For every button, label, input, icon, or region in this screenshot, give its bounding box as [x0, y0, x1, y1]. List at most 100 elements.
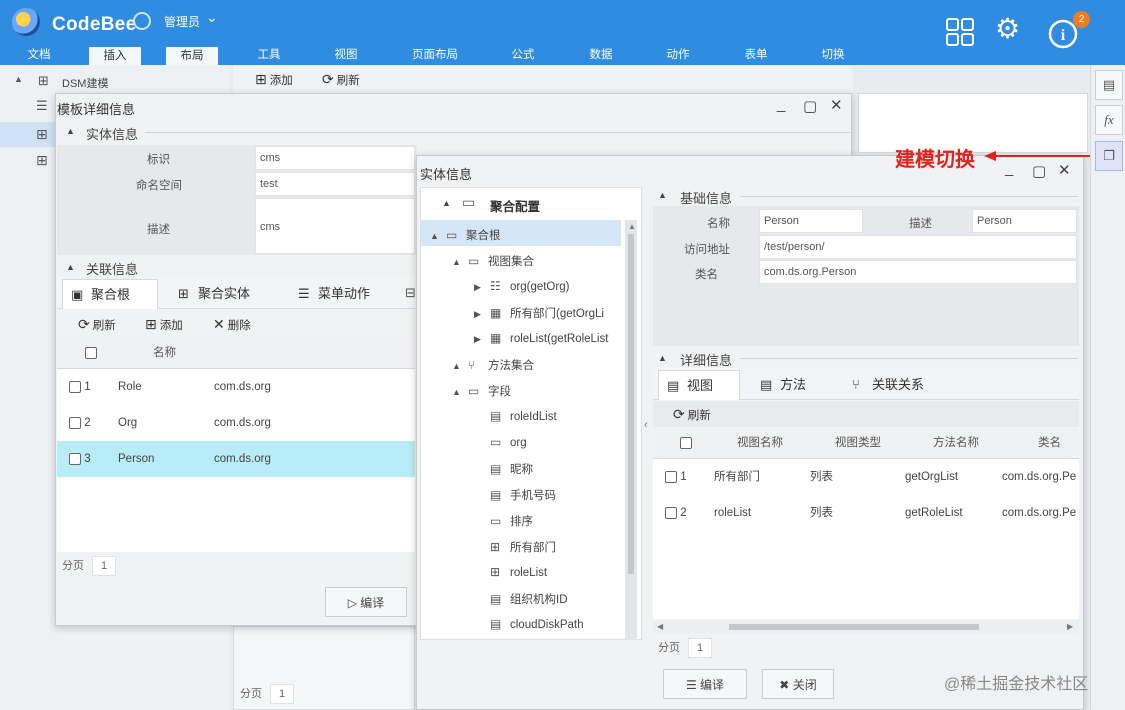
function-icon[interactable]: fx — [1095, 105, 1123, 135]
expand-arrow-icon[interactable]: ▶ — [474, 334, 490, 345]
menu-insert[interactable]: 插入 — [89, 47, 141, 65]
menu-formula[interactable]: 公式 — [504, 45, 542, 65]
class-input[interactable]: com.ds.org.Person — [759, 260, 1077, 284]
tree-item[interactable]: ▲ ▭ 聚合根 — [430, 227, 501, 243]
expand-arrow-icon[interactable]: ▶ — [474, 309, 490, 320]
table-row[interactable]: 2 roleList 列表 getRoleList com.ds.org.Pe — [653, 495, 1079, 531]
scroll-left-icon[interactable]: ◀ — [657, 621, 663, 633]
collapse-arrow-icon[interactable]: ▲ — [66, 262, 75, 272]
grid-icon[interactable]: ⊞ — [36, 152, 48, 169]
menu-tools[interactable]: 工具 — [250, 45, 288, 65]
menu-switch[interactable]: 切换 — [814, 45, 852, 65]
tab-aggregate-entity[interactable]: ⊞ 聚合实体 — [170, 279, 260, 309]
tab-view[interactable]: ▤ 视图 — [658, 370, 740, 400]
h-scrollbar[interactable]: ◀ ▶ — [653, 621, 1079, 633]
maximize-button[interactable]: ▢ — [1032, 162, 1046, 180]
tree-item[interactable]: ▤ cloudDiskPath — [474, 617, 584, 631]
apps-grid-icon[interactable] — [946, 18, 974, 46]
tree-item[interactable]: ▶ ▦ roleList(getRoleList — [474, 331, 608, 345]
collapse-arrow-icon[interactable]: ▲ — [452, 387, 468, 397]
bg-refresh-button[interactable]: ⟳ 刷新 — [322, 71, 360, 88]
settings-tools-icon[interactable]: ⚙ — [995, 12, 1020, 45]
desc-input[interactable]: Person — [972, 209, 1077, 233]
scroll-right-icon[interactable]: ▶ — [1067, 621, 1073, 633]
url-input[interactable]: /test/person/ — [759, 235, 1077, 259]
close-button[interactable]: ✕ — [830, 96, 843, 114]
select-all-checkbox[interactable] — [680, 436, 692, 449]
tree-item[interactable]: ⊞ roleList — [474, 565, 547, 579]
minimize-button[interactable]: _ — [777, 96, 785, 113]
collapse-arrow-icon[interactable]: ▲ — [658, 190, 667, 200]
row-checkbox[interactable] — [665, 470, 677, 483]
tree-scrollbar[interactable]: ▲ — [625, 220, 637, 640]
refresh-button[interactable]: ⟳ 刷新 — [78, 316, 116, 333]
collapse-arrow-icon[interactable]: ▲ — [430, 231, 446, 241]
menu-form[interactable]: 表单 — [737, 45, 775, 65]
field-namespace-input[interactable]: test — [255, 172, 415, 196]
tree-item[interactable]: ▭ org — [474, 435, 527, 449]
user-name[interactable]: 管理员 — [164, 13, 200, 30]
tab-menu-action[interactable]: ☰ 菜单动作 — [290, 279, 380, 309]
tree-item[interactable]: ⊞ 所有部门 — [474, 539, 556, 555]
overflow-tab-icon[interactable]: ⊟ — [405, 285, 416, 301]
tree-item[interactable]: ▤ 昵称 — [474, 461, 533, 477]
menu-action[interactable]: 动作 — [659, 45, 697, 65]
bg-add-button[interactable]: ⊞ 添加 — [255, 71, 293, 88]
tree-item[interactable]: ▲ ▭ 视图集合 — [452, 253, 534, 269]
collapse-arrow-icon[interactable]: ▲ — [66, 126, 75, 136]
compile-button[interactable]: ▷ 编译 — [325, 587, 407, 617]
row-checkbox[interactable] — [69, 380, 81, 393]
tree-root-label[interactable]: DSM建模 — [62, 75, 108, 91]
bg-pager-page[interactable]: 1 — [270, 684, 295, 704]
table-row[interactable]: 1 所有部门 列表 getOrgList com.ds.org.Pe — [653, 459, 1079, 495]
tree-item[interactable]: ▶ ▦ 所有部门(getOrgLi — [474, 305, 604, 321]
grid-icon[interactable]: ⊞ — [36, 126, 48, 143]
scroll-thumb[interactable] — [729, 624, 979, 630]
close-window-button[interactable]: ✖ 关闭 — [762, 669, 834, 699]
menu-layout[interactable]: 布局 — [166, 47, 218, 65]
collapse-arrow-icon[interactable]: ▲ — [442, 198, 451, 208]
table-row[interactable]: 1 Role com.ds.org — [57, 369, 415, 405]
collapse-arrow-icon[interactable]: ▲ — [452, 257, 468, 267]
pager-page[interactable]: 1 — [92, 556, 117, 576]
add-button[interactable]: ⊞ 添加 — [145, 316, 183, 333]
menu-page-layout[interactable]: 页面布局 — [405, 45, 465, 65]
name-input[interactable]: Person — [759, 209, 863, 233]
tree-item[interactable]: ▤ 手机号码 — [474, 487, 556, 503]
table-row[interactable]: 2 Org com.ds.org — [57, 405, 415, 441]
chevron-down-icon[interactable]: ⌄ — [206, 9, 218, 26]
expand-arrow-icon[interactable]: ▶ — [474, 282, 490, 293]
collapse-arrow-icon[interactable]: ▲ — [452, 361, 468, 371]
menu-view[interactable]: 视图 — [327, 45, 365, 65]
calculator-icon[interactable]: ▤ — [1095, 70, 1123, 100]
field-desc-input[interactable]: cms — [255, 198, 415, 254]
detail-refresh-button[interactable]: ⟳ 刷新 — [673, 406, 711, 423]
collapse-arrow-icon[interactable]: ▲ — [658, 353, 667, 363]
tab-method[interactable]: ▤ 方法 — [752, 370, 816, 400]
tree-item[interactable]: ▲ ⑂ 方法集合 — [452, 357, 534, 373]
tab-relations[interactable]: ⑂ 关联关系 — [844, 370, 934, 400]
expand-arrow-icon[interactable]: ▲ — [14, 74, 23, 84]
field-id-input[interactable]: cms — [255, 146, 415, 170]
scroll-up-icon[interactable]: ▲ — [628, 222, 636, 231]
tree-item[interactable]: ▤ 组织机构ID — [474, 591, 568, 607]
table-row-selected[interactable]: 3 Person com.ds.org — [57, 441, 415, 477]
tree-item[interactable]: ▭ 排序 — [474, 513, 533, 529]
tree-item[interactable]: ▲ ▭ 字段 — [452, 383, 511, 399]
user-avatar-icon[interactable] — [133, 12, 151, 30]
model-switch-icon[interactable]: ❐ — [1095, 141, 1123, 171]
splitter-arrow-icon[interactable]: ‹ — [644, 419, 648, 431]
compile-button[interactable]: ☰ 编译 — [663, 669, 747, 699]
delete-button[interactable]: ✕ 删除 — [213, 316, 251, 333]
row-checkbox[interactable] — [69, 416, 81, 429]
select-all-checkbox[interactable] — [85, 346, 97, 359]
row-checkbox[interactable] — [665, 506, 677, 519]
menu-data[interactable]: 数据 — [582, 45, 620, 65]
pager-page[interactable]: 1 — [688, 638, 713, 658]
maximize-button[interactable]: ▢ — [803, 97, 817, 115]
menu-doc[interactable]: 文档 — [20, 45, 58, 65]
scroll-thumb[interactable] — [628, 234, 634, 574]
tree-item[interactable]: ▤ roleIdList — [474, 409, 557, 423]
tab-aggregate-root[interactable]: ▣ 聚合根 — [62, 279, 158, 309]
tree-item[interactable]: ▶ ☷ org(getOrg) — [474, 279, 569, 293]
